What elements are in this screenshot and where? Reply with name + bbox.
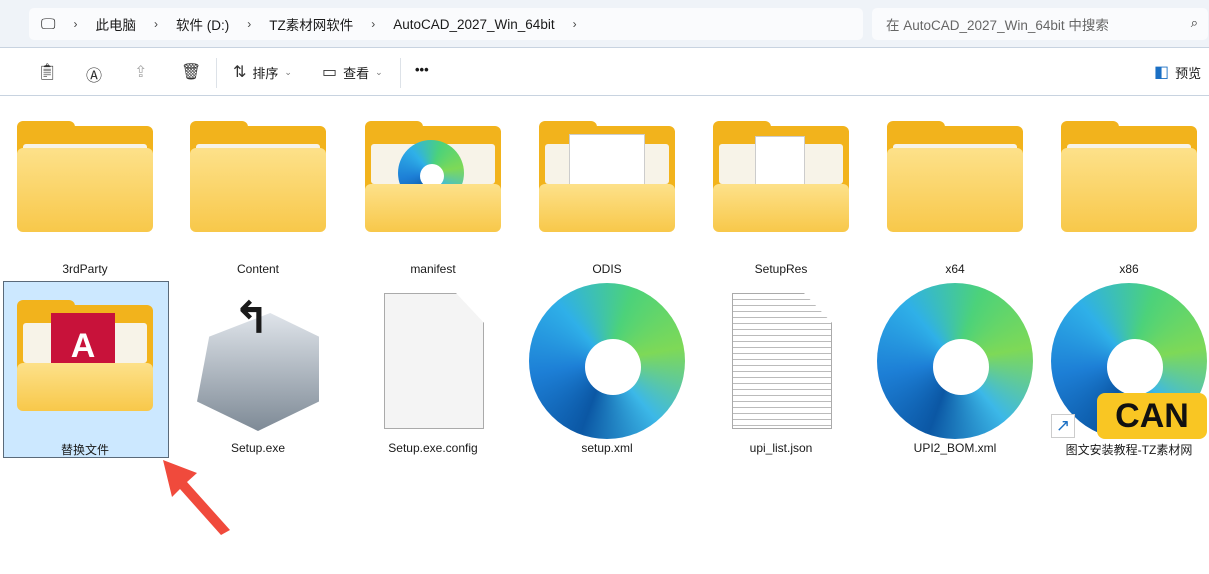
chevron-right-icon: › — [73, 17, 78, 31]
divider — [216, 58, 217, 88]
rename-icon[interactable]: Ⓐ — [86, 62, 102, 86]
watermark-badge: CAN — [1097, 393, 1207, 439]
divider — [400, 58, 401, 88]
chevron-right-icon: › — [371, 17, 376, 31]
file-item[interactable]: x86 — [1046, 110, 1209, 280]
file-name: upi_list.json — [749, 441, 813, 455]
address-bar[interactable]: 🖵 › 此电脑 › 软件 (D:) › TZ素材网软件 › AutoCAD_20… — [29, 8, 863, 40]
file-name: Setup.exe.config — [388, 441, 478, 455]
preview-pane-icon: ◧ — [1154, 64, 1170, 81]
folder-icon — [365, 121, 501, 232]
folder-icon — [17, 121, 153, 232]
file-item[interactable]: UPI2_BOM.xml — [872, 283, 1038, 455]
folder-icon — [190, 121, 326, 232]
file-name: setup.xml — [581, 441, 633, 455]
breadcrumb-item[interactable]: 软件 (D:) — [176, 14, 229, 34]
file-item[interactable]: SetupRes — [698, 110, 864, 280]
chevron-right-icon[interactable]: › — [573, 17, 577, 31]
delete-icon[interactable]: 🗑︎ — [181, 62, 201, 82]
file-item[interactable]: setup.xml — [524, 283, 690, 455]
file-name: x64 — [945, 262, 965, 276]
edge-icon — [529, 283, 685, 439]
search-icon: ⌕ — [1190, 15, 1198, 30]
file-item[interactable]: upi_list.json — [698, 283, 864, 455]
red-arrow-annotation — [163, 460, 230, 535]
document-icon — [732, 293, 832, 429]
file-item[interactable]: manifest — [350, 110, 516, 280]
chevron-right-icon: › — [153, 17, 158, 31]
file-item[interactable]: 3rdParty — [2, 110, 168, 280]
file-name: 替换文件 — [60, 443, 109, 457]
share-icon[interactable]: ⇪ — [134, 62, 147, 82]
file-name: ODIS — [592, 262, 622, 276]
view-icon: ▭ — [322, 64, 338, 81]
setup-icon: ↰ — [233, 294, 270, 343]
search-placeholder: 在 AutoCAD_2027_Win_64bit 中搜索 — [886, 18, 1109, 33]
file-name: SetupRes — [754, 262, 808, 276]
document-icon — [384, 293, 484, 429]
file-name: x86 — [1119, 262, 1139, 276]
preview-label: 预览 — [1175, 65, 1202, 81]
search-input[interactable]: 在 AutoCAD_2027_Win_64bit 中搜索 ⌕ — [872, 8, 1208, 40]
file-item[interactable]: ↰ Setup.exe — [175, 283, 341, 455]
file-name: Content — [236, 262, 280, 276]
file-name: 图文安装教程-TZ素材网 — [1065, 443, 1193, 457]
chevron-down-icon: ⌄ — [375, 66, 383, 77]
file-name: 3rdParty — [62, 262, 108, 276]
paste-icon[interactable]: 📋︎ — [37, 62, 57, 82]
file-item[interactable]: Setup.exe.config — [350, 283, 516, 455]
file-item[interactable]: Content — [175, 110, 341, 280]
file-item[interactable]: x64 — [872, 110, 1038, 280]
file-item[interactable]: A 替换文件 — [2, 283, 168, 457]
file-name: Setup.exe — [230, 441, 286, 455]
chevron-down-icon: ⌄ — [284, 66, 292, 77]
breadcrumb-item[interactable]: 此电脑 — [95, 14, 136, 34]
folder-icon — [1061, 121, 1197, 232]
folder-icon — [713, 121, 849, 232]
sort-icon: ⇅ — [233, 64, 247, 81]
view-button[interactable]: ▭ 查看 ⌄ — [322, 62, 383, 82]
folder-icon: A — [17, 300, 153, 411]
file-item[interactable]: ODIS — [524, 110, 690, 280]
computer-icon: 🖵 — [41, 15, 56, 33]
more-button[interactable]: ••• — [415, 62, 429, 77]
preview-button[interactable]: ◧ 预览 — [1154, 62, 1201, 82]
chevron-right-icon: › — [247, 17, 252, 31]
file-name: manifest — [410, 262, 456, 276]
shortcut-arrow-icon: ↗ — [1051, 414, 1075, 438]
address-bar-area: 🖵 › 此电脑 › 软件 (D:) › TZ素材网软件 › AutoCAD_20… — [0, 0, 1209, 48]
sort-label: 排序 — [252, 65, 279, 81]
folder-icon — [887, 121, 1023, 232]
breadcrumb-item[interactable]: TZ素材网软件 — [269, 14, 353, 34]
breadcrumb-item[interactable]: AutoCAD_2027_Win_64bit — [393, 17, 554, 32]
file-name: UPI2_BOM.xml — [913, 441, 997, 455]
folder-icon — [539, 121, 675, 232]
edge-icon — [877, 283, 1033, 439]
sort-button[interactable]: ⇅ 排序 ⌄ — [233, 62, 292, 82]
view-label: 查看 — [343, 65, 370, 81]
